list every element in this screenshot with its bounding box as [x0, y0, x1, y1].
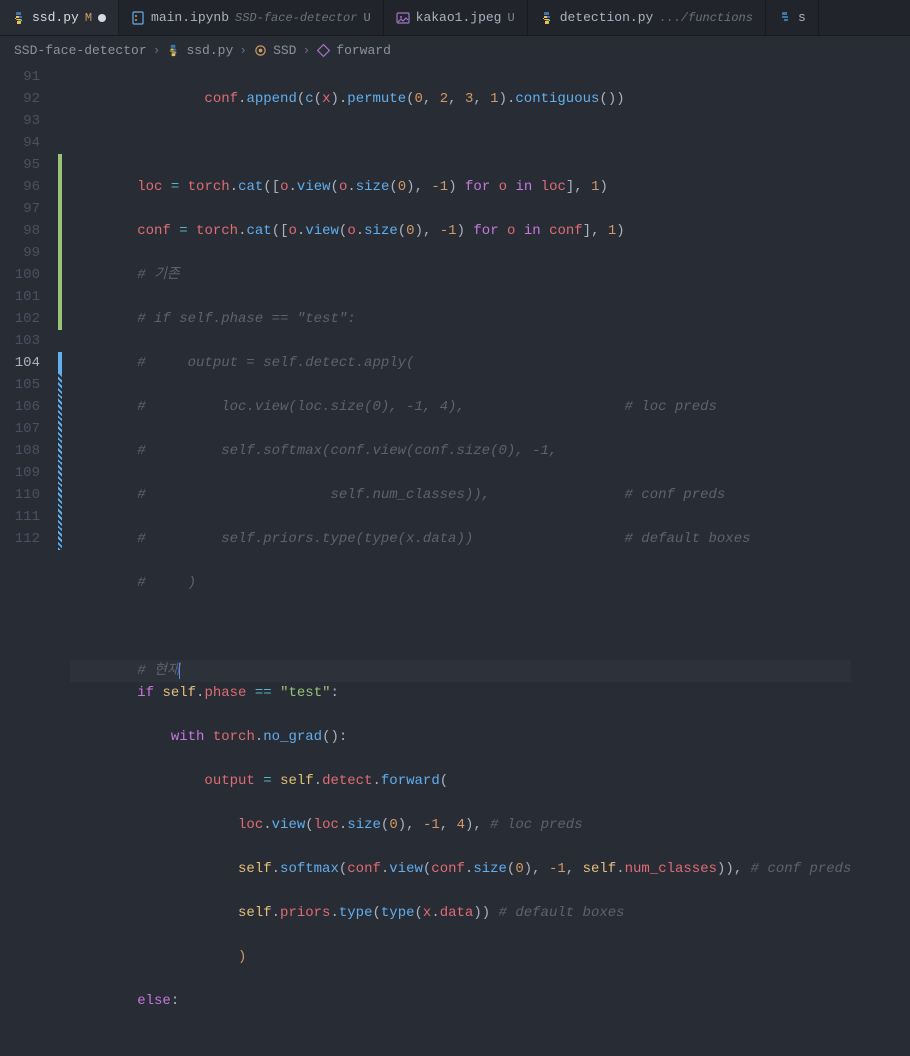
method-icon: [316, 43, 330, 57]
tab-label: ssd.py: [32, 10, 79, 25]
crumb-folder[interactable]: SSD-face-detector: [14, 43, 147, 58]
image-icon: [396, 11, 410, 25]
crumb-method[interactable]: forward: [336, 43, 391, 58]
modified-badge: M: [85, 11, 92, 25]
untracked-badge: U: [363, 11, 370, 25]
tab-label: detection.py: [560, 10, 654, 25]
tab-detection-py[interactable]: detection.py .../functions: [528, 0, 766, 35]
class-icon: [253, 43, 267, 57]
tab-bar: ssd.py M main.ipynb SSD-face-detector U …: [0, 0, 910, 36]
code-editor[interactable]: 919293 949596 979899 100101102 103104105…: [0, 64, 910, 534]
tab-ssd-py[interactable]: ssd.py M: [0, 0, 119, 35]
notebook-icon: [131, 11, 145, 25]
python-icon: [166, 43, 180, 57]
python-icon: [778, 11, 792, 25]
crumb-class[interactable]: SSD: [273, 43, 296, 58]
chevron-right-icon: ›: [302, 43, 310, 58]
code-content[interactable]: conf.append(c(x).permute(0, 2, 3, 1).con…: [62, 64, 851, 534]
crumb-file[interactable]: ssd.py: [186, 43, 233, 58]
untracked-badge: U: [507, 11, 514, 25]
tab-label: kakao1.jpeg: [416, 10, 502, 25]
line-gutter: 919293 949596 979899 100101102 103104105…: [0, 64, 58, 534]
tab-path: .../functions: [659, 11, 753, 25]
breadcrumb[interactable]: SSD-face-detector › ssd.py › SSD › forwa…: [0, 36, 910, 64]
python-icon: [12, 11, 26, 25]
tab-kakao1-jpeg[interactable]: kakao1.jpeg U: [384, 0, 528, 35]
tab-main-ipynb[interactable]: main.ipynb SSD-face-detector U: [119, 0, 384, 35]
dirty-icon: [98, 14, 106, 22]
tab-label: s: [798, 10, 806, 25]
tab-path: SSD-face-detector: [235, 11, 357, 25]
tab-partial[interactable]: s: [766, 0, 819, 35]
python-icon: [540, 11, 554, 25]
chevron-right-icon: ›: [153, 43, 161, 58]
chevron-right-icon: ›: [239, 43, 247, 58]
tab-label: main.ipynb: [151, 10, 229, 25]
